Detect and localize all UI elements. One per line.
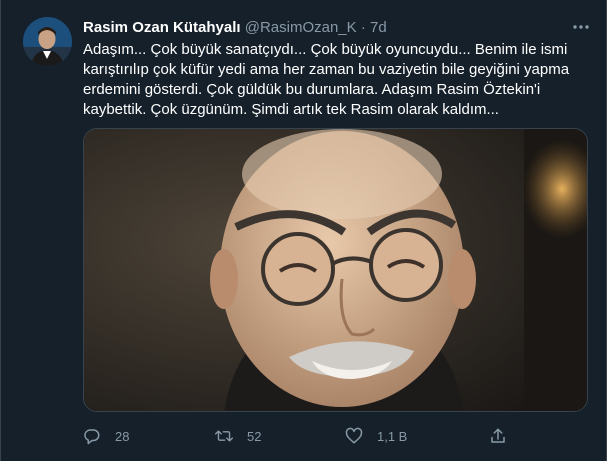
share-button[interactable] [489,424,507,448]
avatar[interactable] [23,17,72,66]
reply-count: 28 [115,428,130,444]
tweet-actions: 28 52 1,1 B [83,424,523,448]
like-button[interactable]: 1,1 B [345,424,407,448]
tweet-time[interactable]: 7d [370,19,387,36]
reply-icon [83,427,101,445]
tweet-header: Rasim Ozan Kütahyalı @RasimOzan_K · 7d [83,18,387,38]
more-icon[interactable] [570,16,592,38]
tweet-text: Adaşım... Çok büyük sanatçıydı... Çok bü… [83,41,570,118]
share-icon [489,427,507,445]
tweet: Rasim Ozan Kütahyalı @RasimOzan_K · 7d A… [0,0,607,461]
tweet-photo[interactable] [83,128,588,412]
retweet-count: 52 [247,428,262,444]
heart-icon [345,427,363,445]
author-name[interactable]: Rasim Ozan Kütahyalı [83,19,241,36]
separator-dot: · [360,19,366,36]
author-handle[interactable]: @RasimOzan_K [245,19,357,36]
like-count: 1,1 B [377,428,408,444]
retweet-button[interactable]: 52 [215,424,261,448]
reply-button[interactable]: 28 [83,424,129,448]
retweet-icon [215,427,233,445]
